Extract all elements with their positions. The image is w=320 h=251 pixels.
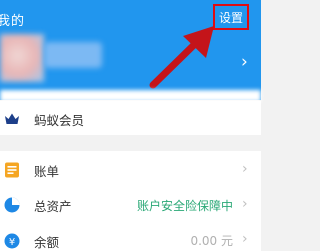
yuan-icon: ¥ [4, 233, 20, 249]
menu-item-label: 蚂蚁会员 [34, 113, 85, 128]
menu-item-total-assets[interactable]: 总资产 账户安全险保障中 › [0, 186, 261, 224]
menu-item-label: 总资产 [34, 199, 72, 214]
menu-item-bill[interactable]: 账单 › [0, 151, 261, 189]
header: 我的 设置 › [0, 0, 261, 100]
section-gap [0, 135, 261, 143]
crown-icon [5, 113, 19, 124]
menu-item-member[interactable]: 蚂蚁会员 [0, 101, 261, 135]
chevron-right-icon: › [242, 161, 248, 177]
balance-amount: 0.00 元 [190, 234, 233, 248]
menu-item-balance[interactable]: ¥ 余额 0.00 元 › [0, 223, 261, 251]
chevron-right-icon: › [242, 196, 248, 212]
menu-item-label: 账单 [34, 164, 60, 179]
insurance-status-text: 账户安全险保障中 [136, 199, 233, 213]
bill-icon [5, 162, 19, 178]
mine-screen: 我的 设置 › 蚂蚁会员 账单 › 总资产 账户安全险保障中 › ¥ 余额 0.… [0, 0, 261, 251]
menu-item-label: 余额 [34, 235, 60, 250]
annotation-arrow [149, 26, 214, 89]
chevron-right-icon: › [242, 231, 248, 247]
svg-text:¥: ¥ [9, 237, 15, 248]
pie-chart-icon [4, 197, 20, 213]
